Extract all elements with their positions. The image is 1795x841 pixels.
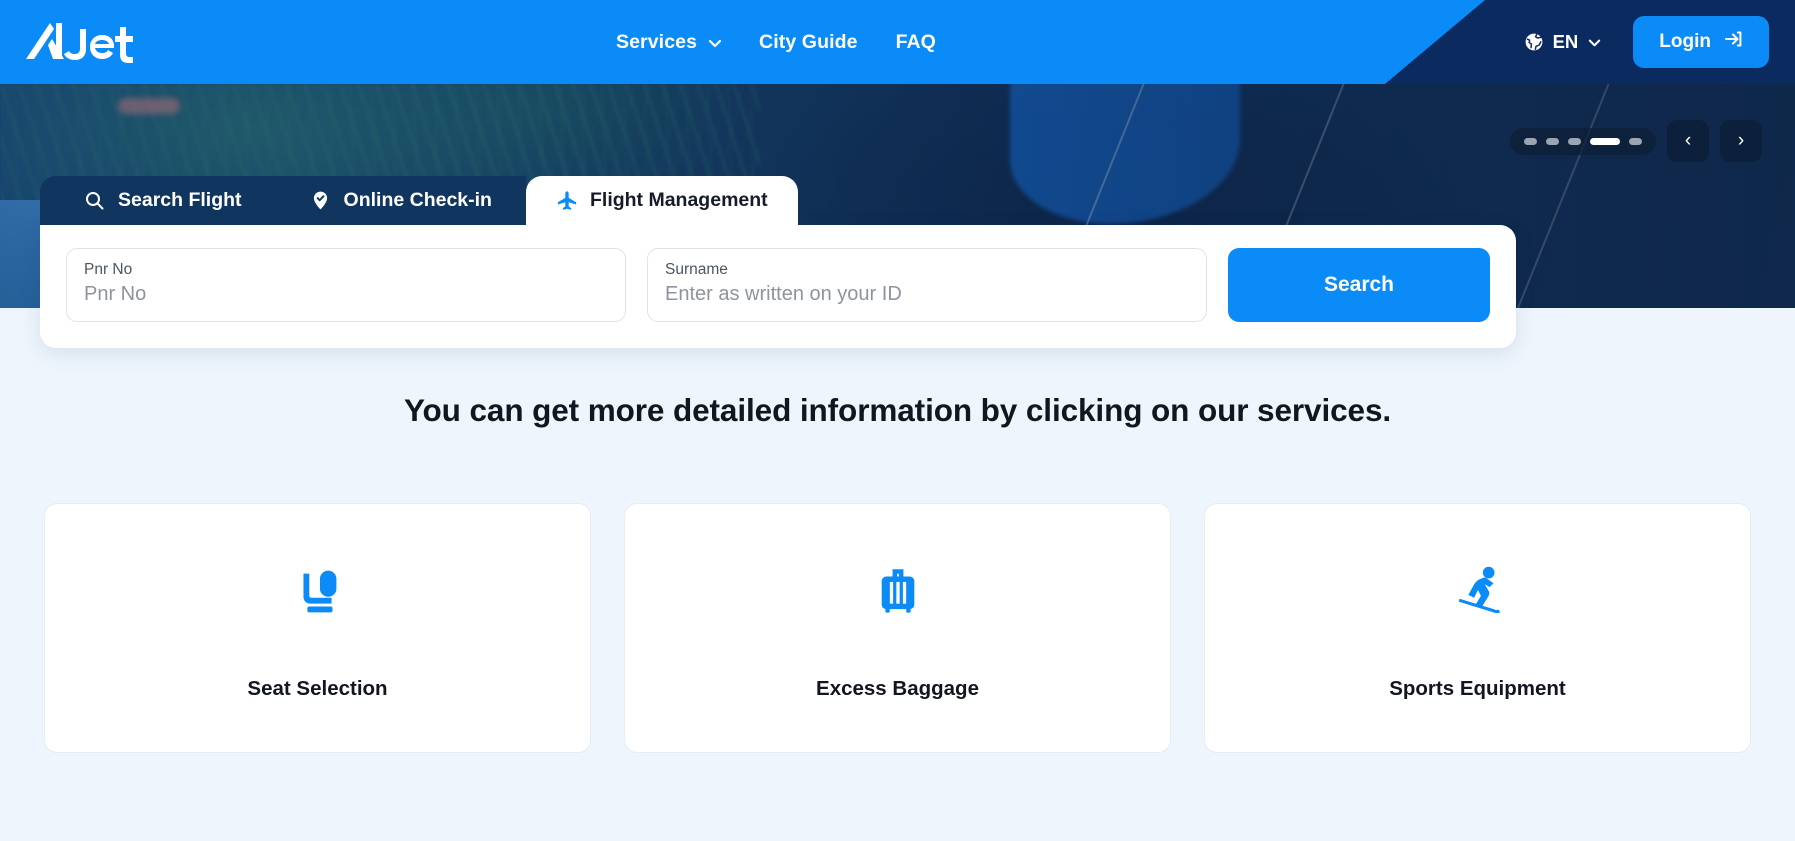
chevron-down-icon	[707, 35, 722, 49]
service-card-excess-baggage[interactable]: Excess Baggage	[624, 503, 1171, 753]
skier-icon	[1447, 555, 1509, 627]
carousel-next-button[interactable]: ›	[1720, 120, 1762, 162]
carousel-prev-button[interactable]: ‹	[1667, 120, 1709, 162]
carousel-dot-active[interactable]	[1590, 137, 1620, 145]
nav-item-label: City Guide	[759, 30, 858, 53]
search-button[interactable]: Search	[1228, 248, 1490, 322]
logo-ajet[interactable]	[24, 16, 140, 68]
services-title: You can get more detailed information by…	[403, 392, 1392, 428]
flight-search-widget: Search Flight Online Check-in Flight Man…	[40, 176, 1516, 348]
service-card-label: Sports Equipment	[1389, 677, 1566, 700]
globe-icon	[1524, 32, 1544, 52]
service-card-sports-equipment[interactable]: Sports Equipment	[1204, 503, 1751, 753]
carousel-dot[interactable]	[1524, 137, 1537, 145]
check-pin-icon	[310, 190, 331, 211]
login-arrow-icon	[1723, 29, 1743, 55]
tab-search-flight[interactable]: Search Flight	[40, 176, 276, 225]
carousel-dot[interactable]	[1629, 137, 1642, 145]
service-card-label: Excess Baggage	[816, 677, 979, 700]
seat-icon	[287, 555, 349, 627]
service-card-seat-selection[interactable]: Seat Selection	[44, 503, 591, 753]
surname-field-label: Surname	[665, 261, 728, 278]
nav-item-faq[interactable]: FAQ	[896, 31, 936, 54]
services-card-grid: Seat Selection Excess Baggage Sports Equ…	[0, 503, 1795, 753]
tab-label: Online Check-in	[343, 189, 492, 211]
language-selector[interactable]: EN	[1524, 31, 1602, 53]
service-card-label: Seat Selection	[247, 677, 388, 700]
chevron-down-icon	[1587, 35, 1601, 49]
nav-item-city-guide[interactable]: City Guide	[759, 31, 858, 54]
widget-panel: Pnr No Surname Search	[40, 225, 1516, 348]
airplane-icon	[556, 190, 577, 211]
nav-item-label: FAQ	[895, 30, 936, 53]
tab-online-checkin[interactable]: Online Check-in	[275, 176, 526, 225]
suitcase-icon	[869, 555, 927, 627]
carousel-dot[interactable]	[1568, 137, 1581, 145]
services-section: You can get more detailed information by…	[0, 308, 1795, 753]
tab-flight-management[interactable]: Flight Management	[525, 176, 798, 225]
language-value: EN	[1552, 31, 1579, 52]
login-button[interactable]: Login	[1633, 16, 1769, 68]
nav-item-label: Services	[616, 30, 698, 53]
surname-input[interactable]	[665, 283, 1189, 306]
nav-item-services[interactable]: Services	[616, 30, 722, 54]
main-navigation: Services City Guide FAQ	[616, 31, 936, 54]
pnr-field[interactable]: Pnr No	[66, 248, 626, 322]
login-button-label: Login	[1659, 31, 1711, 52]
tab-label: Flight Management	[589, 189, 768, 211]
tab-label: Search Flight	[118, 189, 242, 211]
carousel-dot[interactable]	[1546, 137, 1559, 145]
pnr-input[interactable]	[84, 283, 608, 306]
header-right-cluster: EN Login	[1524, 16, 1769, 68]
pnr-field-label: Pnr No	[84, 261, 133, 278]
site-header: Services City Guide FAQ EN Login	[0, 0, 1795, 84]
widget-tabs: Search Flight Online Check-in Flight Man…	[40, 176, 1516, 225]
carousel-dots[interactable]	[1510, 127, 1656, 155]
hero-carousel-controls: ‹ ›	[1510, 120, 1762, 162]
logo-mark-icon	[26, 23, 133, 63]
search-icon	[84, 190, 105, 211]
surname-field[interactable]: Surname	[647, 248, 1207, 322]
